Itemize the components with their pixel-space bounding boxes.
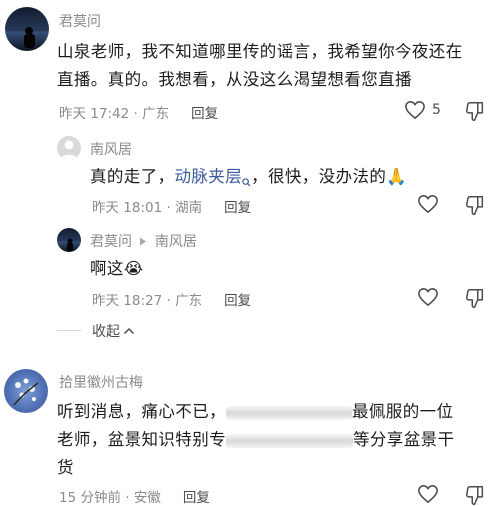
comment-text: 真的走了，动脉夹层 ，很快，没办法的🙏 xyxy=(90,163,407,196)
reply-to-name[interactable]: 南风居 xyxy=(155,234,197,250)
thumbs-down-icon xyxy=(464,484,486,506)
comment-text-part: 老师，盆景知识特别专 xyxy=(57,430,226,449)
heart-icon xyxy=(417,484,439,504)
comment-time: 昨天 17:42 · 广东 xyxy=(59,106,170,122)
author-name[interactable]: 君莫问 xyxy=(90,234,132,250)
comment-line: 山泉老师，我不知道哪里传的谣言，我希望你今夜还在 xyxy=(57,42,463,61)
collapse-button[interactable]: 收起 xyxy=(92,321,135,341)
redaction-mask xyxy=(226,433,353,448)
comment-text-part: 真的走了， xyxy=(90,167,175,186)
search-link[interactable]: 动脉夹层 xyxy=(175,167,243,186)
reply-button[interactable]: 回复 xyxy=(191,106,218,122)
heart-icon xyxy=(417,194,439,214)
comment-text: 山泉老师，我不知道哪里传的谣言，我希望你今夜还在 直播。真的。我想看，从没这么渴… xyxy=(57,38,487,94)
chevron-up-icon xyxy=(123,323,135,339)
comment-line: 直播。真的。我想看，从没这么渴望想看您直播 xyxy=(57,70,412,89)
collapse-divider xyxy=(57,330,81,331)
thumbs-down-icon xyxy=(464,100,486,122)
emoji: 😭 xyxy=(123,259,144,278)
author-name[interactable]: 拾里徽州古梅 xyxy=(59,372,143,392)
comment-text-part: 啊这 xyxy=(90,259,124,278)
like-button[interactable]: 5 xyxy=(404,100,441,120)
author-name[interactable]: 君莫问 xyxy=(59,11,101,31)
thumbs-down-icon xyxy=(464,194,486,216)
play-arrow-icon xyxy=(139,234,147,250)
comment-line: 货 xyxy=(57,458,74,477)
like-button[interactable] xyxy=(417,484,439,504)
reply-header: 君莫问 南风居 xyxy=(90,231,197,251)
comment-text-part: ，很快，没办法的 xyxy=(251,167,387,186)
comment-meta: 昨天 18:27 · 广东 回复 xyxy=(92,289,251,309)
comment-time: 15 分钟前 · 安徽 xyxy=(59,490,161,506)
comment-text-part: 最佩服的一位 xyxy=(352,402,454,421)
redaction-mask xyxy=(226,405,352,420)
like-button[interactable] xyxy=(417,194,439,214)
comment-text-part: 听到消息，痛心不已， xyxy=(57,402,226,421)
like-count: 5 xyxy=(432,102,441,118)
comment-time: 昨天 18:01 · 湖南 xyxy=(92,200,203,216)
reply-button[interactable]: 回复 xyxy=(183,490,210,506)
author-name[interactable]: 南风居 xyxy=(90,139,132,159)
comment-text: 听到消息，痛心不已， 最佩服的一位 老师，盆景知识特别专 等分享盆景干 货 xyxy=(57,398,492,482)
comment-text-part: 等分享盆景干 xyxy=(353,430,455,449)
emoji: 🙏 xyxy=(386,167,408,186)
dislike-button[interactable] xyxy=(464,194,486,216)
heart-icon xyxy=(417,287,439,307)
comment-meta: 昨天 17:42 · 广东 回复 xyxy=(59,102,218,122)
heart-icon xyxy=(404,100,426,120)
comment-line: 老师，盆景知识特别专 等分享盆景干 xyxy=(57,426,492,454)
comment-text: 啊这😭 xyxy=(90,255,144,283)
comment-meta: 昨天 18:01 · 湖南 回复 xyxy=(92,196,251,216)
reply-button[interactable]: 回复 xyxy=(224,200,251,216)
avatar[interactable] xyxy=(4,369,48,413)
dislike-button[interactable] xyxy=(464,484,486,506)
like-button[interactable] xyxy=(417,287,439,307)
comment-line: 听到消息，痛心不已， 最佩服的一位 xyxy=(57,398,492,426)
search-icon xyxy=(242,168,251,196)
reply-button[interactable]: 回复 xyxy=(224,293,251,309)
comment-time: 昨天 18:27 · 广东 xyxy=(92,293,203,309)
dislike-button[interactable] xyxy=(464,287,486,309)
thumbs-down-icon xyxy=(464,287,486,309)
dislike-button[interactable] xyxy=(464,100,486,122)
avatar[interactable] xyxy=(57,136,81,160)
collapse-label: 收起 xyxy=(92,324,120,340)
comment-meta: 15 分钟前 · 安徽 回复 xyxy=(59,486,210,506)
avatar[interactable] xyxy=(57,228,81,252)
avatar[interactable] xyxy=(5,7,49,51)
